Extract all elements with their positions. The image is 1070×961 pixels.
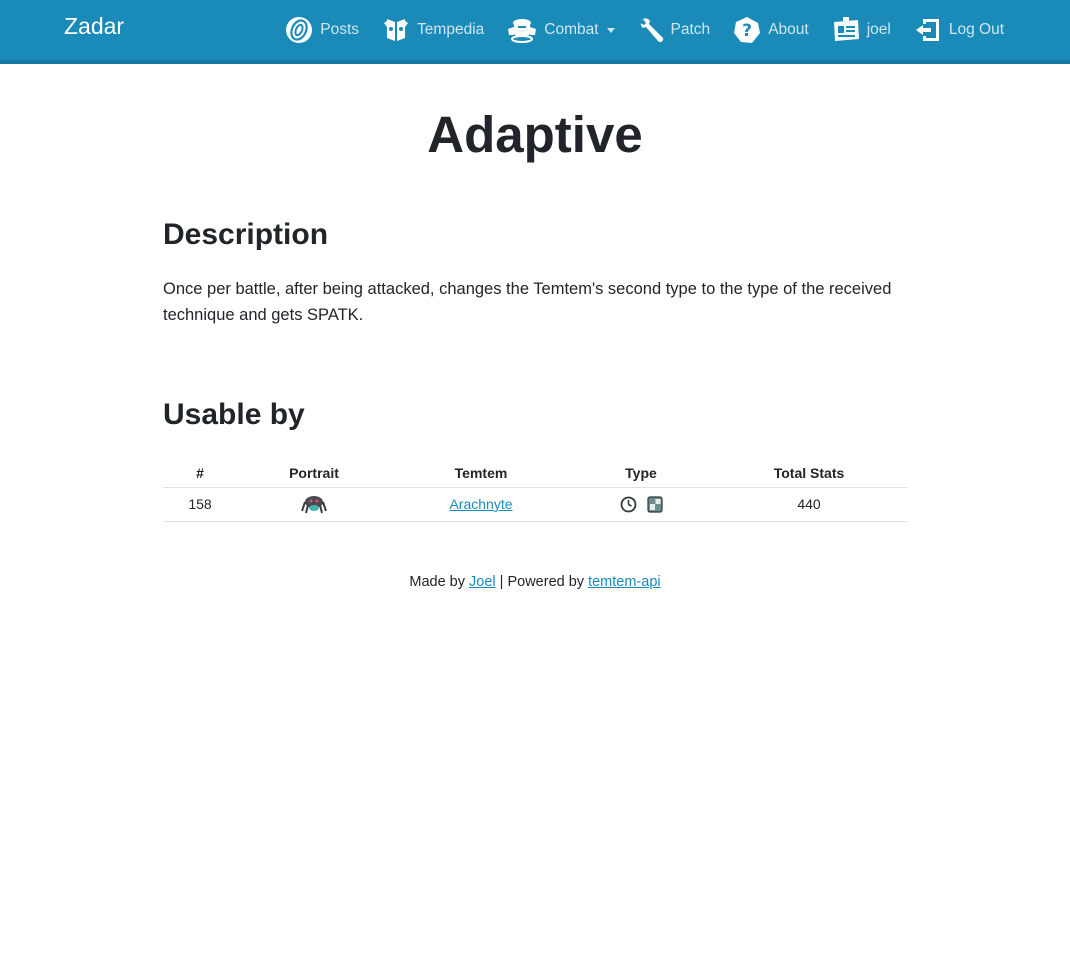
logout-icon <box>915 19 939 41</box>
nav-menu: Posts Tempedia Combat Patch ? About joel… <box>284 12 1004 48</box>
temtem-link[interactable]: Arachnyte <box>449 496 512 512</box>
table-row: 158 Arachnyte 440 <box>163 487 907 522</box>
arachnyte-portrait <box>301 496 327 514</box>
svg-text:?: ? <box>742 21 752 41</box>
description-heading: Description <box>163 218 329 251</box>
column-header-portrait: Portrait <box>237 458 391 488</box>
footer-author-link[interactable]: Joel <box>469 574 496 590</box>
usable-by-section: Usable by # Portrait Temtem Type Total S… <box>163 398 907 522</box>
nav-tempedia-label: Tempedia <box>417 21 485 38</box>
row-temtem-cell: Arachnyte <box>391 487 571 522</box>
chevron-down-icon <box>606 27 615 33</box>
footer-made-by: Made by <box>409 574 465 590</box>
nav-posts[interactable]: Posts <box>284 15 359 45</box>
combat-icon <box>508 19 537 43</box>
nav-combat-dropdown[interactable]: Combat <box>506 15 615 45</box>
top-navbar: Zadar Posts Tempedia Combat Patch ? Abou… <box>0 0 1070 64</box>
column-header-total-stats: Total Stats <box>711 458 907 488</box>
nav-logout-label: Log Out <box>948 21 1004 38</box>
description-text: Once per battle, after being attacked, c… <box>163 280 892 324</box>
temtem-table: # Portrait Temtem Type Total Stats 158 A… <box>163 458 907 522</box>
description-section: Description Once per battle, after being… <box>163 218 907 328</box>
id-card-icon <box>833 17 859 41</box>
page-footer: Made by Joel | Powered by temtem-api <box>163 574 907 590</box>
nav-patch[interactable]: Patch <box>637 15 711 45</box>
question-icon: ? <box>734 17 761 43</box>
page-title: Adaptive <box>427 106 643 163</box>
footer-powered-by: | Powered by <box>499 574 585 590</box>
main-content: Adaptive Description Once per battle, af… <box>163 64 907 590</box>
row-total-stats: 440 <box>711 487 907 522</box>
nav-about-label: About <box>768 21 809 38</box>
mental-type-icon[interactable] <box>620 496 637 513</box>
nav-about[interactable]: ? About <box>732 15 809 45</box>
row-number: 158 <box>163 487 237 522</box>
nav-user-label: joel <box>866 21 891 38</box>
footer-api-link[interactable]: temtem-api <box>588 574 661 590</box>
nav-tempedia[interactable]: Tempedia <box>381 15 484 45</box>
column-header-number: # <box>163 458 237 488</box>
column-header-temtem: Temtem <box>391 458 571 488</box>
brand-link[interactable]: Zadar <box>64 13 124 40</box>
nav-user[interactable]: joel <box>831 15 891 45</box>
row-type-cell <box>571 487 711 522</box>
wrench-icon <box>639 18 663 43</box>
row-portrait-cell <box>237 487 391 522</box>
nav-patch-label: Patch <box>670 21 711 38</box>
posts-icon <box>286 17 313 43</box>
column-header-type: Type <box>571 458 711 488</box>
nav-combat-label: Combat <box>544 21 599 38</box>
toxic-type-icon[interactable] <box>646 496 663 513</box>
nav-logout[interactable]: Log Out <box>913 15 1004 45</box>
nav-posts-label: Posts <box>320 21 360 38</box>
table-header-row: # Portrait Temtem Type Total Stats <box>163 458 907 488</box>
tempedia-icon <box>384 19 409 41</box>
usable-by-heading: Usable by <box>163 398 305 431</box>
